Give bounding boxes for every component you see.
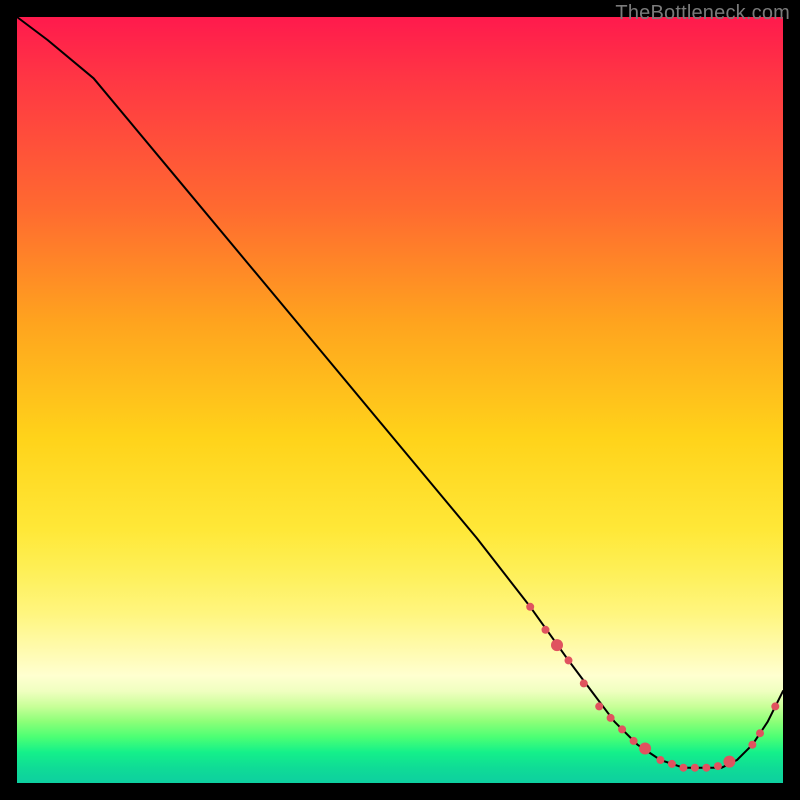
curve-marker xyxy=(756,729,764,737)
curve-marker xyxy=(580,679,588,687)
curve-marker xyxy=(630,737,638,745)
curve-marker xyxy=(702,764,710,772)
curve-marker xyxy=(723,756,735,768)
curve-layer xyxy=(17,17,783,783)
curve-marker xyxy=(691,764,699,772)
curve-marker xyxy=(771,702,779,710)
curve-marker xyxy=(748,741,756,749)
curve-marker xyxy=(565,656,573,664)
curve-marker xyxy=(542,626,550,634)
plot-area xyxy=(17,17,783,783)
curve-marker xyxy=(551,639,563,651)
curve-marker xyxy=(679,764,687,772)
curve-marker xyxy=(639,743,651,755)
bottleneck-curve xyxy=(17,17,783,768)
curve-marker xyxy=(668,760,676,768)
watermark-text: TheBottleneck.com xyxy=(615,2,790,25)
curve-marker xyxy=(714,762,722,770)
curve-marker xyxy=(607,714,615,722)
curve-marker xyxy=(595,702,603,710)
curve-marker xyxy=(618,725,626,733)
curve-marker xyxy=(526,603,534,611)
chart-frame: TheBottleneck.com xyxy=(0,0,800,800)
curve-markers xyxy=(526,603,779,772)
curve-marker xyxy=(656,756,664,764)
